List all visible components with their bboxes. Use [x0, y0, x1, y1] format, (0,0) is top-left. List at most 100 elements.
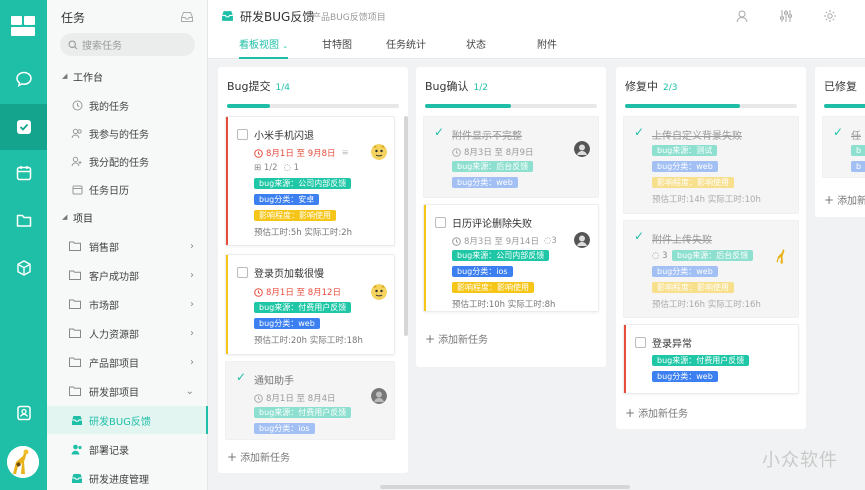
- tab-attachments[interactable]: 附件: [537, 36, 557, 59]
- task-checkbox[interactable]: [237, 129, 248, 140]
- checkmark-icon[interactable]: ✓: [236, 370, 246, 384]
- assignee-avatar[interactable]: [574, 141, 590, 157]
- sidebar-item-label: 市场部: [89, 300, 119, 312]
- tag-bug-source[interactable]: bug来源：后台反馈: [672, 250, 754, 261]
- priority-stripe: [226, 255, 228, 354]
- tag-bug-category[interactable]: bug分类：web: [652, 266, 718, 277]
- settings-gear-icon[interactable]: [823, 9, 837, 26]
- tag-bug-source[interactable]: bug来源：后台反馈: [452, 161, 534, 172]
- assignee-avatar[interactable]: [574, 232, 590, 248]
- task-card-completed[interactable]: ✓ 任 b b: [822, 116, 865, 178]
- inbox-icon[interactable]: [180, 10, 194, 27]
- tab-board-view[interactable]: 看板视图 ⌄: [239, 36, 289, 59]
- users-icon: [71, 127, 83, 139]
- sidebar-item-hr[interactable]: 人力资源部 ›: [47, 319, 208, 347]
- tab-status[interactable]: 状态: [466, 36, 486, 59]
- tasks-icon[interactable]: [0, 104, 47, 150]
- sidebar-item-rd[interactable]: 研发部项目 ⌄: [47, 377, 208, 405]
- tag-impact[interactable]: 影响程度：影响使用: [452, 282, 534, 293]
- workbench-section[interactable]: ◢ 工作台: [47, 62, 208, 90]
- add-task-button[interactable]: +添加新任务: [625, 405, 688, 420]
- task-card-completed[interactable]: ✓ 附件上传失败 ◌ 3 bug来源：后台反馈 bug分类：web 影响程度：影…: [623, 220, 799, 318]
- task-card[interactable]: 小米手机闪退 8月1日 至 9月8日 ≡ ⊞ 1/2 ◌ 1 bug来源：公司内部反…: [225, 116, 395, 246]
- search-input[interactable]: 搜索任务: [60, 33, 195, 56]
- assignee-avatar[interactable]: [371, 388, 387, 404]
- folder-icon[interactable]: [0, 197, 47, 243]
- sidebar-item-label: 研发BUG反馈: [89, 416, 151, 428]
- assignee-avatar[interactable]: [774, 248, 790, 264]
- sidebar-item-sales[interactable]: 销售部 ›: [47, 232, 208, 260]
- sidebar-item-deploy-log[interactable]: 部署记录: [47, 435, 208, 463]
- task-hours: 预估工时:10h 实际工时:8h: [452, 300, 556, 310]
- board-horizontal-scrollbar[interactable]: [380, 485, 630, 489]
- tag-bug-category[interactable]: bug分类：web: [452, 177, 518, 188]
- tab-gantt[interactable]: 甘特图: [322, 36, 352, 59]
- task-hours: 预估工时:16h 实际工时:16h: [652, 300, 761, 310]
- inbox-icon: [71, 472, 83, 484]
- tag-bug-category[interactable]: bug分类：web: [652, 161, 718, 172]
- column-scrollbar[interactable]: [404, 116, 408, 336]
- task-checkbox[interactable]: [635, 337, 646, 348]
- tag-impact[interactable]: 影响程度：影响使用: [652, 282, 734, 293]
- comment-count: 3: [551, 236, 557, 246]
- tag-bug-category[interactable]: bug分类：web: [254, 318, 320, 329]
- sidebar-item-product[interactable]: 产品部项目 ›: [47, 348, 208, 376]
- user-avatar[interactable]: [7, 446, 39, 478]
- sidebar-item-assigned[interactable]: 我分配的任务: [47, 147, 208, 175]
- checkmark-icon[interactable]: ✓: [634, 125, 644, 139]
- task-title: 附件上传失败: [652, 235, 712, 246]
- task-title: 登录异常: [652, 339, 692, 350]
- sidebar-item-calendar[interactable]: 任务日历: [47, 175, 208, 203]
- tag-impact[interactable]: 影响程度：影响使用: [652, 177, 734, 188]
- tag-bug-source[interactable]: b: [851, 145, 865, 156]
- chevron-right-icon: ›: [190, 269, 194, 281]
- tag-impact[interactable]: 影响程度：影响使用: [254, 210, 336, 221]
- tag-bug-category[interactable]: bug分类：web: [652, 371, 718, 382]
- filter-sliders-icon[interactable]: [779, 9, 793, 26]
- tag-bug-source[interactable]: bug来源：付费用户反馈: [254, 302, 352, 313]
- sidebar-item-label: 销售部: [89, 242, 119, 254]
- app-logo-icon[interactable]: [11, 16, 35, 36]
- tag-bug-category[interactable]: b: [851, 161, 865, 172]
- task-checkbox[interactable]: [237, 267, 248, 278]
- projects-section[interactable]: ◢ 项目: [47, 203, 208, 231]
- sidebar-item-participating[interactable]: 我参与的任务: [47, 119, 208, 147]
- sidebar-item-label: 任务日历: [89, 185, 129, 197]
- checkmark-icon[interactable]: ✓: [634, 229, 644, 243]
- sidebar-item-my-tasks[interactable]: 我的任务: [47, 91, 208, 119]
- members-icon[interactable]: [735, 9, 749, 26]
- tag-bug-source[interactable]: bug来源：公司内部反馈: [254, 178, 352, 189]
- task-card[interactable]: 登录页加载很慢 8月1日 至 8月12日 bug来源：付费用户反馈 bug分类：…: [225, 254, 395, 355]
- tag-bug-category[interactable]: bug分类：ios: [452, 266, 513, 277]
- chat-icon[interactable]: [0, 56, 47, 102]
- add-task-button[interactable]: +添加新任务: [227, 449, 290, 464]
- tag-bug-category[interactable]: bug分类：安卓: [254, 194, 320, 205]
- task-checkbox[interactable]: [435, 217, 446, 228]
- sidebar-item-marketing[interactable]: 市场部 ›: [47, 290, 208, 318]
- calendar-icon[interactable]: [0, 150, 47, 196]
- assignee-avatar[interactable]: [371, 284, 387, 300]
- sidebar-item-bug-feedback[interactable]: 研发BUG反馈: [47, 406, 208, 434]
- description-icon: ≡: [341, 148, 349, 158]
- sidebar-item-rd-progress[interactable]: 研发进度管理: [47, 464, 208, 490]
- checkmark-icon[interactable]: ✓: [833, 125, 843, 139]
- checkmark-icon[interactable]: ✓: [434, 125, 444, 139]
- task-card-completed[interactable]: ✓ 附件显示不完整 8月3日 至 8月9日 bug来源：后台反馈 bug分类：w…: [423, 116, 599, 198]
- task-card-completed[interactable]: ✓ 上传自定义背景失败 bug来源：测试 bug分类：web 影响程度：影响使用…: [623, 116, 799, 214]
- task-card-completed[interactable]: ✓ 通知助手 8月1日 至 8月4日 bug来源：付费用户反馈 bug分类：io…: [225, 361, 395, 440]
- tab-statistics[interactable]: 任务统计: [386, 36, 426, 59]
- tag-bug-source[interactable]: bug来源：付费用户反馈: [254, 407, 352, 418]
- contacts-icon[interactable]: [0, 390, 47, 436]
- tag-bug-source[interactable]: bug来源：公司内部反馈: [452, 250, 550, 261]
- sidebar-item-customer-success[interactable]: 客户成功部 ›: [47, 261, 208, 289]
- cube-icon[interactable]: [0, 245, 47, 291]
- tag-bug-source[interactable]: bug来源：测试: [652, 145, 718, 156]
- chevron-right-icon: ›: [190, 298, 194, 310]
- tag-bug-source[interactable]: bug来源：付费用户反馈: [652, 355, 750, 366]
- add-task-button[interactable]: +添加新任务: [425, 331, 488, 346]
- task-card[interactable]: 登录异常 bug来源：付费用户反馈 bug分类：web: [623, 324, 799, 394]
- task-card[interactable]: 日历评论删除失败 8月3日 至 9月14日 ◌ 3 bug来源：公司内部反馈 bu…: [423, 204, 599, 312]
- assignee-avatar[interactable]: [371, 144, 387, 160]
- add-task-button[interactable]: +添加新任务: [824, 192, 865, 207]
- tag-bug-category[interactable]: bug分类：ios: [254, 423, 315, 434]
